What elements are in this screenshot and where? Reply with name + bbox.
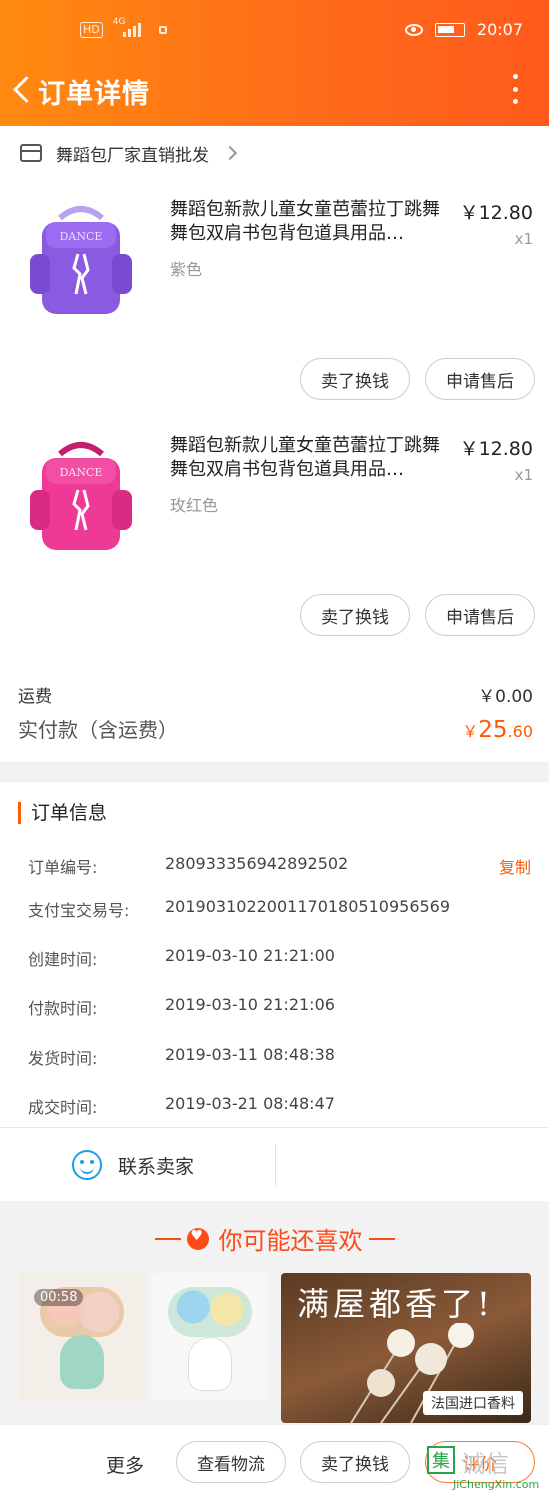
info-key: 订单编号: xyxy=(28,858,98,877)
product-name: 舞蹈包新款儿童女童芭蕾拉丁跳舞舞包双肩书包背包道具用品… xyxy=(170,435,440,480)
bag-logo-text: DANCE xyxy=(60,230,103,243)
sell-button[interactable]: 卖了换钱 xyxy=(300,358,410,400)
shop-row[interactable]: 舞蹈包厂家直销批发 xyxy=(0,130,549,176)
after-sales-button[interactable]: 申请售后 xyxy=(425,358,535,400)
clock: 20:07 xyxy=(476,20,523,39)
info-value: 2019-03-10 21:21:06 xyxy=(165,995,335,1014)
more-menu-icon[interactable] xyxy=(511,74,519,104)
paid-integer: 25 xyxy=(478,717,508,743)
info-value: 2019-03-10 21:21:00 xyxy=(165,946,335,965)
contact-label: 联系卖家 xyxy=(118,1155,195,1178)
recommend-title-text: 你可能还喜欢 xyxy=(218,1227,363,1255)
currency-symbol: ￥ xyxy=(462,722,479,741)
product-item[interactable]: DANCE 舞蹈包新款儿童女童芭蕾拉丁跳舞舞包双肩书包背包道具用品… ￥12.8… xyxy=(0,182,549,418)
section-divider xyxy=(0,762,549,782)
more-button[interactable]: 更多 xyxy=(106,1451,144,1478)
paid-row: 实付款（含运费） ￥25.60 xyxy=(18,714,533,743)
watermark-text: 诚信 xyxy=(461,1450,509,1478)
vertical-divider xyxy=(275,1144,276,1186)
nav-bar: 订单详情 xyxy=(0,68,549,112)
chevron-right-icon xyxy=(222,145,238,161)
info-value: 2019031022001170180510956569 xyxy=(165,897,451,916)
status-bar: HD 4G 20:07 xyxy=(0,17,549,46)
product-image-pink-bag: DANCE xyxy=(20,434,142,556)
product-price: ￥12.80 xyxy=(459,438,533,460)
watermark-url: JiChengXin.com xyxy=(453,1478,540,1491)
product-quantity: x1 xyxy=(514,466,533,484)
recommend-item[interactable]: 00:58 xyxy=(18,1273,145,1401)
product-image-purple-bag: DANCE xyxy=(20,198,142,320)
back-icon[interactable] xyxy=(12,74,30,102)
after-sales-button[interactable]: 申请售后 xyxy=(425,594,535,636)
paid-label: 实付款（含运费） xyxy=(18,718,178,742)
shipping-value: ￥0.00 xyxy=(478,687,533,707)
header-bar: HD 4G 20:07 订单详情 xyxy=(0,0,549,126)
vase-image xyxy=(188,1337,232,1391)
status-right: 20:07 xyxy=(404,20,523,39)
sell-button[interactable]: 卖了换钱 xyxy=(300,594,410,636)
info-key: 发货时间: xyxy=(28,1049,98,1068)
paid-amount: ￥25.60 xyxy=(462,717,533,743)
product-quantity: x1 xyxy=(514,230,533,248)
notification-icon xyxy=(158,26,167,34)
watermark: 集 诚信 JiChengXin.com xyxy=(423,1440,543,1496)
vase-image xyxy=(60,1335,104,1389)
recommend-section: 你可能还喜欢 00:58 满屋都香了! 法国进口香料 xyxy=(0,1201,549,1431)
recommend-item[interactable] xyxy=(150,1273,268,1401)
contact-bar: 联系卖家 xyxy=(0,1127,549,1201)
contact-seller-button[interactable]: 联系卖家 xyxy=(72,1150,194,1180)
paid-decimal: .60 xyxy=(507,722,533,741)
network-label: 4G xyxy=(112,17,126,27)
store-icon xyxy=(20,144,42,162)
order-info-title: 订单信息 xyxy=(18,802,107,824)
product-item[interactable]: DANCE 舞蹈包新款儿童女童芭蕾拉丁跳舞舞包双肩书包背包道具用品… ￥12.8… xyxy=(0,418,549,654)
product-sku: 玫红色 xyxy=(170,496,219,515)
info-key: 支付宝交易号: xyxy=(28,901,130,920)
info-value: 2019-03-21 08:48:47 xyxy=(165,1094,335,1113)
sell-button[interactable]: 卖了换钱 xyxy=(300,1441,410,1483)
product-sku: 紫色 xyxy=(170,260,203,279)
info-key: 创建时间: xyxy=(28,950,98,969)
eye-icon xyxy=(404,23,423,36)
shipping-row: 运费 ￥0.00 xyxy=(18,682,533,707)
chat-smile-icon xyxy=(72,1150,102,1180)
shipping-label: 运费 xyxy=(18,687,52,707)
page-title: 订单详情 xyxy=(38,79,150,110)
hd-icon: HD xyxy=(80,22,103,38)
info-value: 2019-03-11 08:48:38 xyxy=(165,1045,335,1064)
flower-image xyxy=(168,1287,252,1337)
recommend-ad[interactable]: 满屋都香了! 法国进口香料 xyxy=(281,1273,531,1423)
ad-tag: 法国进口香料 xyxy=(423,1391,523,1415)
view-logistics-button[interactable]: 查看物流 xyxy=(176,1441,286,1483)
video-duration-badge: 00:58 xyxy=(34,1289,84,1306)
product-price: ￥12.80 xyxy=(459,202,533,224)
watermark-logo: 集 xyxy=(427,1446,455,1474)
battery-icon xyxy=(434,22,465,37)
info-value: 280933356942892502 xyxy=(165,854,349,873)
product-name: 舞蹈包新款儿童女童芭蕾拉丁跳舞舞包双肩书包背包道具用品… xyxy=(170,199,440,244)
signal-icon: 4G xyxy=(113,17,141,37)
ad-title: 满屋都香了! xyxy=(297,1285,494,1323)
heart-icon xyxy=(186,1227,209,1250)
shop-name: 舞蹈包厂家直销批发 xyxy=(56,145,209,166)
info-key: 付款时间: xyxy=(28,999,98,1018)
info-key: 成交时间: xyxy=(28,1098,98,1117)
bag-logo-text: DANCE xyxy=(60,466,103,479)
status-left: HD 4G xyxy=(80,17,167,38)
copy-button[interactable]: 复制 xyxy=(499,854,531,878)
recommend-title: 你可能还喜欢 xyxy=(0,1221,549,1256)
